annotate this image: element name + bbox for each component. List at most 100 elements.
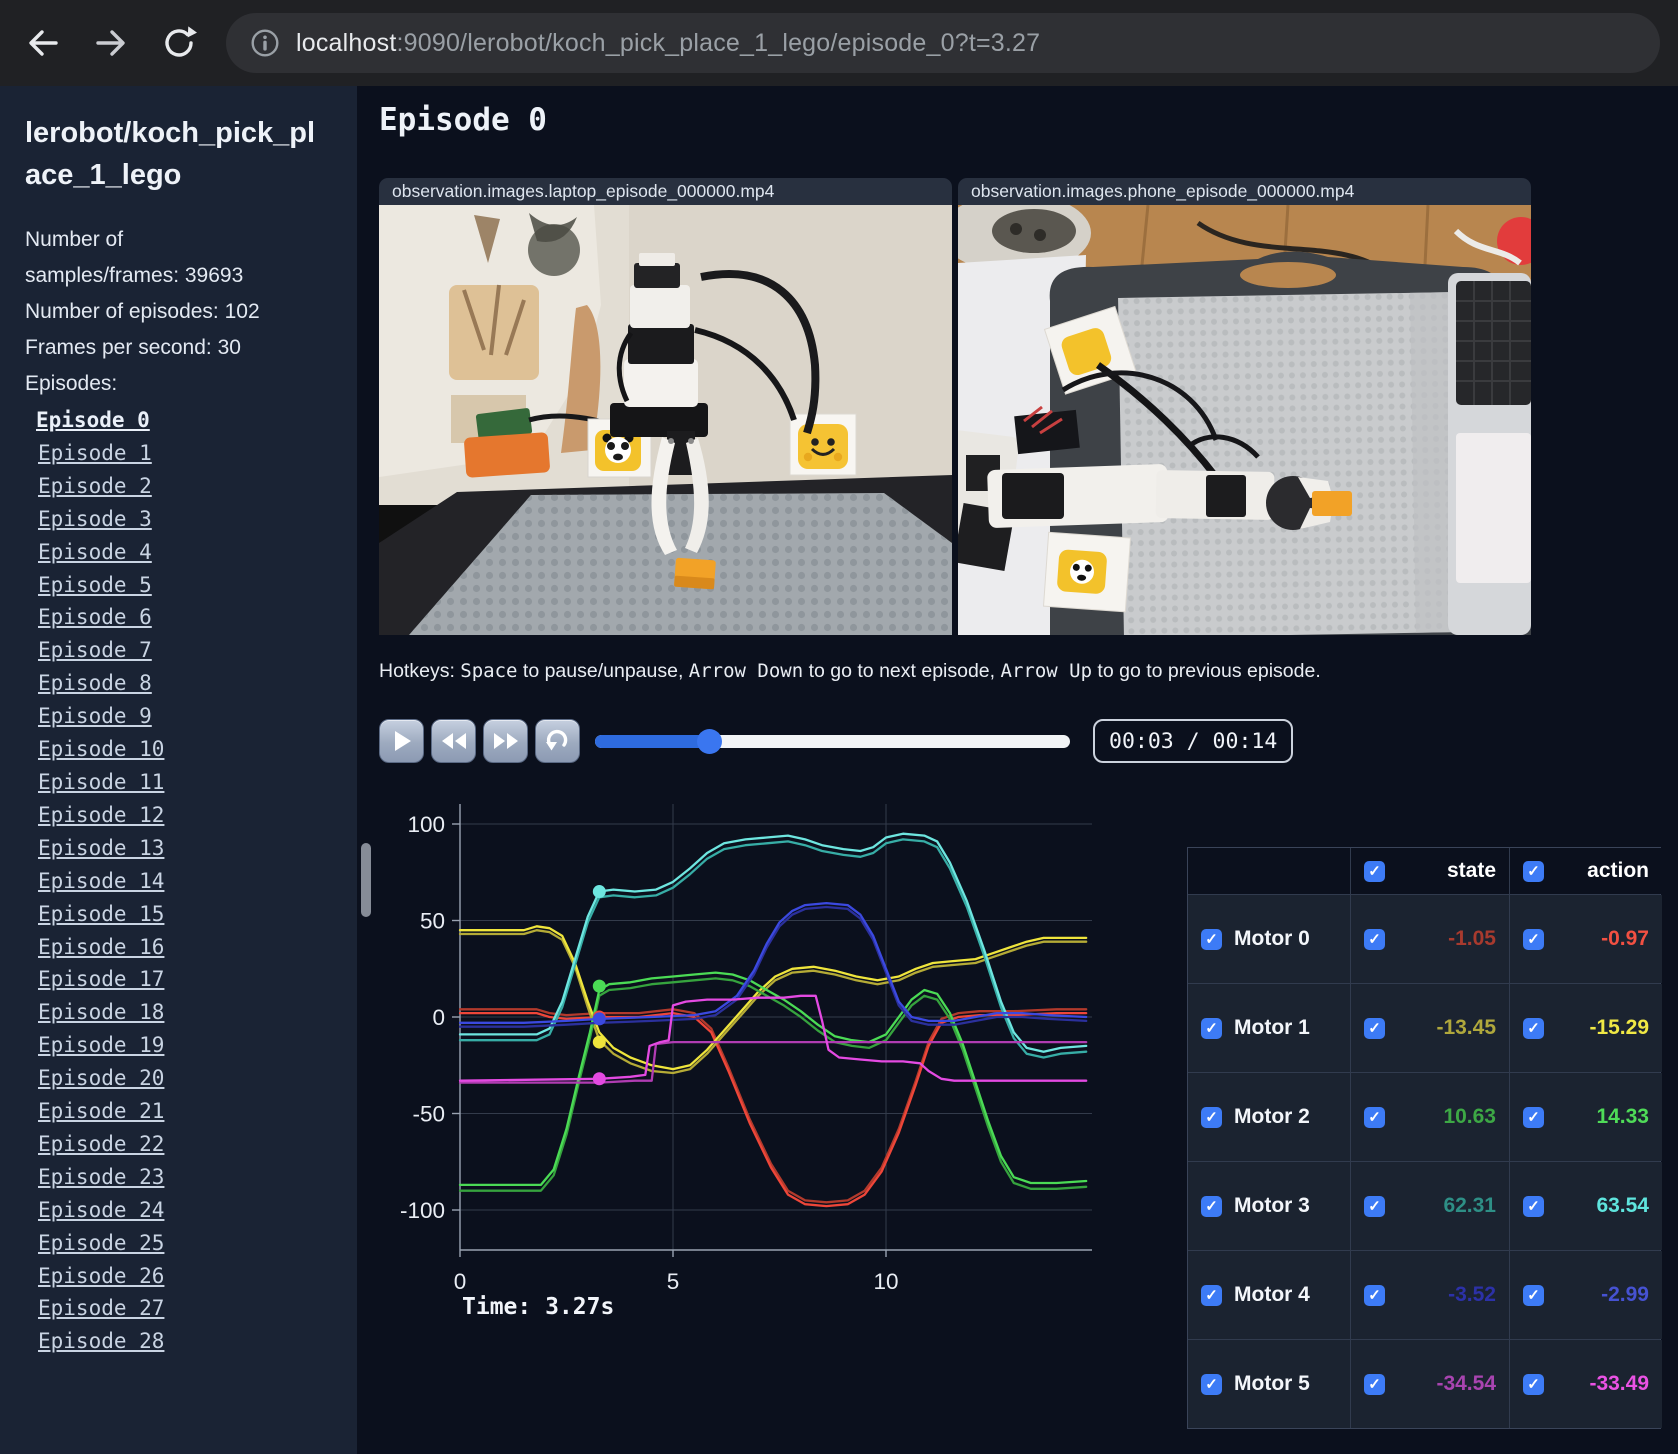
url-path: :9090/lerobot/koch_pick_place_1_lego/epi… bbox=[396, 28, 1041, 57]
dataset-title: lerobot/koch_pick_place_1_lego bbox=[25, 117, 316, 191]
url-bar[interactable]: localhost:9090/lerobot/koch_pick_place_1… bbox=[226, 13, 1660, 73]
episode-link[interactable]: Episode 28 bbox=[38, 1325, 164, 1358]
motor-action-value: 14.33 bbox=[1596, 1105, 1649, 1128]
checkbox[interactable]: ✓ bbox=[1364, 1106, 1385, 1128]
motor-table: ✓ state ✓ action ✓ Motor 0 ✓ -1.05 ✓ -0.97 ✓ Motor … bbox=[1187, 847, 1662, 1429]
checkbox[interactable]: ✓ bbox=[1364, 1017, 1385, 1039]
checkbox[interactable]: ✓ bbox=[1201, 1106, 1222, 1128]
episode-link[interactable]: Episode 19 bbox=[38, 1029, 164, 1062]
checkbox[interactable]: ✓ bbox=[1364, 928, 1385, 950]
back-button[interactable] bbox=[22, 22, 64, 64]
meta-samples-line1: Number of bbox=[25, 228, 124, 251]
motor-state-value: -34.54 bbox=[1436, 1372, 1496, 1395]
site-info-icon[interactable] bbox=[250, 28, 280, 58]
svg-text:0: 0 bbox=[454, 1269, 467, 1294]
seek-slider-knob[interactable] bbox=[697, 729, 723, 754]
episode-link[interactable]: Episode 12 bbox=[38, 799, 164, 832]
checkbox[interactable]: ✓ bbox=[1364, 1373, 1385, 1395]
hotkeys-segment: to go to next episode, bbox=[803, 660, 1001, 682]
motor-state-value: -3.52 bbox=[1448, 1283, 1496, 1306]
episode-link[interactable]: Episode 22 bbox=[38, 1128, 164, 1161]
video-panel-laptop: observation.images.laptop_episode_000000… bbox=[379, 178, 952, 635]
motor-label: Motor 2 bbox=[1234, 1105, 1310, 1128]
reload-button[interactable] bbox=[158, 22, 200, 64]
episode-link[interactable]: Episode 1 bbox=[38, 437, 152, 470]
forward-button[interactable] bbox=[90, 22, 132, 64]
meta-fps: Frames per second: 30 bbox=[25, 336, 241, 359]
episode-link[interactable]: Episode 10 bbox=[38, 733, 164, 766]
motor-row-label-cell: ✓ Motor 3 bbox=[1188, 1162, 1350, 1250]
episode-link[interactable]: Episode 14 bbox=[38, 865, 164, 898]
seek-slider[interactable] bbox=[595, 735, 1070, 748]
checkbox[interactable]: ✓ bbox=[1523, 1373, 1544, 1395]
checkbox[interactable]: ✓ bbox=[1523, 1195, 1544, 1217]
episode-link[interactable]: Episode 7 bbox=[38, 634, 152, 667]
video-panel-phone: observation.images.phone_episode_000000.… bbox=[958, 178, 1531, 635]
checkbox[interactable]: ✓ bbox=[1364, 860, 1385, 882]
episode-link[interactable]: Episode 17 bbox=[38, 963, 164, 996]
episode-link[interactable]: Episode 18 bbox=[38, 996, 164, 1029]
motor-label: Motor 3 bbox=[1234, 1194, 1310, 1217]
checkbox[interactable]: ✓ bbox=[1201, 1284, 1222, 1306]
checkbox[interactable]: ✓ bbox=[1364, 1284, 1385, 1306]
checkbox[interactable]: ✓ bbox=[1201, 1373, 1222, 1395]
checkbox[interactable]: ✓ bbox=[1523, 1017, 1544, 1039]
checkbox[interactable]: ✓ bbox=[1201, 928, 1222, 950]
episode-link[interactable]: Episode 16 bbox=[38, 931, 164, 964]
rewind-button[interactable] bbox=[431, 719, 476, 763]
laptop-video[interactable] bbox=[379, 205, 952, 635]
motor-action-cell: ✓ -2.99 bbox=[1510, 1251, 1662, 1339]
loop-icon bbox=[545, 729, 567, 751]
checkbox[interactable]: ✓ bbox=[1523, 928, 1544, 950]
time-display: 00:03 / 00:14 bbox=[1093, 719, 1294, 763]
episode-link[interactable]: Episode 9 bbox=[38, 700, 152, 733]
checkbox[interactable]: ✓ bbox=[1364, 1195, 1385, 1217]
table-corner-cell bbox=[1188, 848, 1350, 894]
motor-state-value: 62.31 bbox=[1443, 1194, 1496, 1217]
episode-link[interactable]: Episode 23 bbox=[38, 1161, 164, 1194]
action-header: action bbox=[1587, 859, 1649, 882]
episode-link[interactable]: Episode 20 bbox=[38, 1062, 164, 1095]
play-button[interactable] bbox=[379, 719, 424, 763]
episode-link[interactable]: Episode 15 bbox=[38, 898, 164, 931]
checkbox[interactable]: ✓ bbox=[1523, 1284, 1544, 1306]
hotkeys-text: Hotkeys: Space to pause/unpause, Arrow D… bbox=[379, 660, 1321, 683]
motor-label: Motor 5 bbox=[1234, 1372, 1310, 1395]
motor-state-cell: ✓ 62.31 bbox=[1351, 1162, 1509, 1250]
motor-label: Motor 0 bbox=[1234, 927, 1310, 950]
checkbox[interactable]: ✓ bbox=[1201, 1195, 1222, 1217]
episode-link-active[interactable]: Episode 0 bbox=[36, 404, 150, 437]
motor-row-label-cell: ✓ Motor 1 bbox=[1188, 984, 1350, 1072]
episode-link[interactable]: Episode 13 bbox=[38, 832, 164, 865]
hotkey-key: Arrow Down bbox=[688, 660, 804, 682]
checkbox[interactable]: ✓ bbox=[1523, 860, 1544, 882]
episode-link[interactable]: Episode 5 bbox=[38, 569, 152, 602]
phone-video[interactable] bbox=[958, 205, 1531, 635]
episode-link[interactable]: Episode 3 bbox=[38, 503, 152, 536]
checkbox[interactable]: ✓ bbox=[1201, 1017, 1222, 1039]
loop-button[interactable] bbox=[535, 719, 580, 763]
episode-link[interactable]: Episode 2 bbox=[38, 470, 152, 503]
motor-action-cell: ✓ -0.97 bbox=[1510, 895, 1662, 983]
episode-link[interactable]: Episode 25 bbox=[38, 1227, 164, 1260]
motor-label: Motor 4 bbox=[1234, 1283, 1310, 1306]
hotkey-key: Space bbox=[460, 660, 518, 682]
url-text[interactable]: localhost:9090/lerobot/koch_pick_place_1… bbox=[296, 29, 1040, 58]
episode-link[interactable]: Episode 11 bbox=[38, 766, 164, 799]
forward-arrow-icon bbox=[96, 30, 125, 56]
fast-forward-button[interactable] bbox=[483, 719, 528, 763]
episode-link[interactable]: Episode 26 bbox=[38, 1260, 164, 1293]
checkbox[interactable]: ✓ bbox=[1523, 1106, 1544, 1128]
episode-link[interactable]: Episode 6 bbox=[38, 601, 152, 634]
play-icon bbox=[394, 731, 411, 751]
episode-link[interactable]: Episode 4 bbox=[38, 536, 152, 569]
episode-link[interactable]: Episode 24 bbox=[38, 1194, 164, 1227]
laptop-video-frame bbox=[379, 205, 952, 635]
episode-link[interactable]: Episode 21 bbox=[38, 1095, 164, 1128]
motor-state-cell: ✓ -1.05 bbox=[1351, 895, 1509, 983]
motor-action-cell: ✓ 14.33 bbox=[1510, 1073, 1662, 1161]
motor-action-value: -0.97 bbox=[1601, 927, 1649, 950]
scrollbar-thumb[interactable] bbox=[361, 843, 371, 917]
episode-link[interactable]: Episode 8 bbox=[38, 667, 152, 700]
episode-link[interactable]: Episode 27 bbox=[38, 1292, 164, 1325]
